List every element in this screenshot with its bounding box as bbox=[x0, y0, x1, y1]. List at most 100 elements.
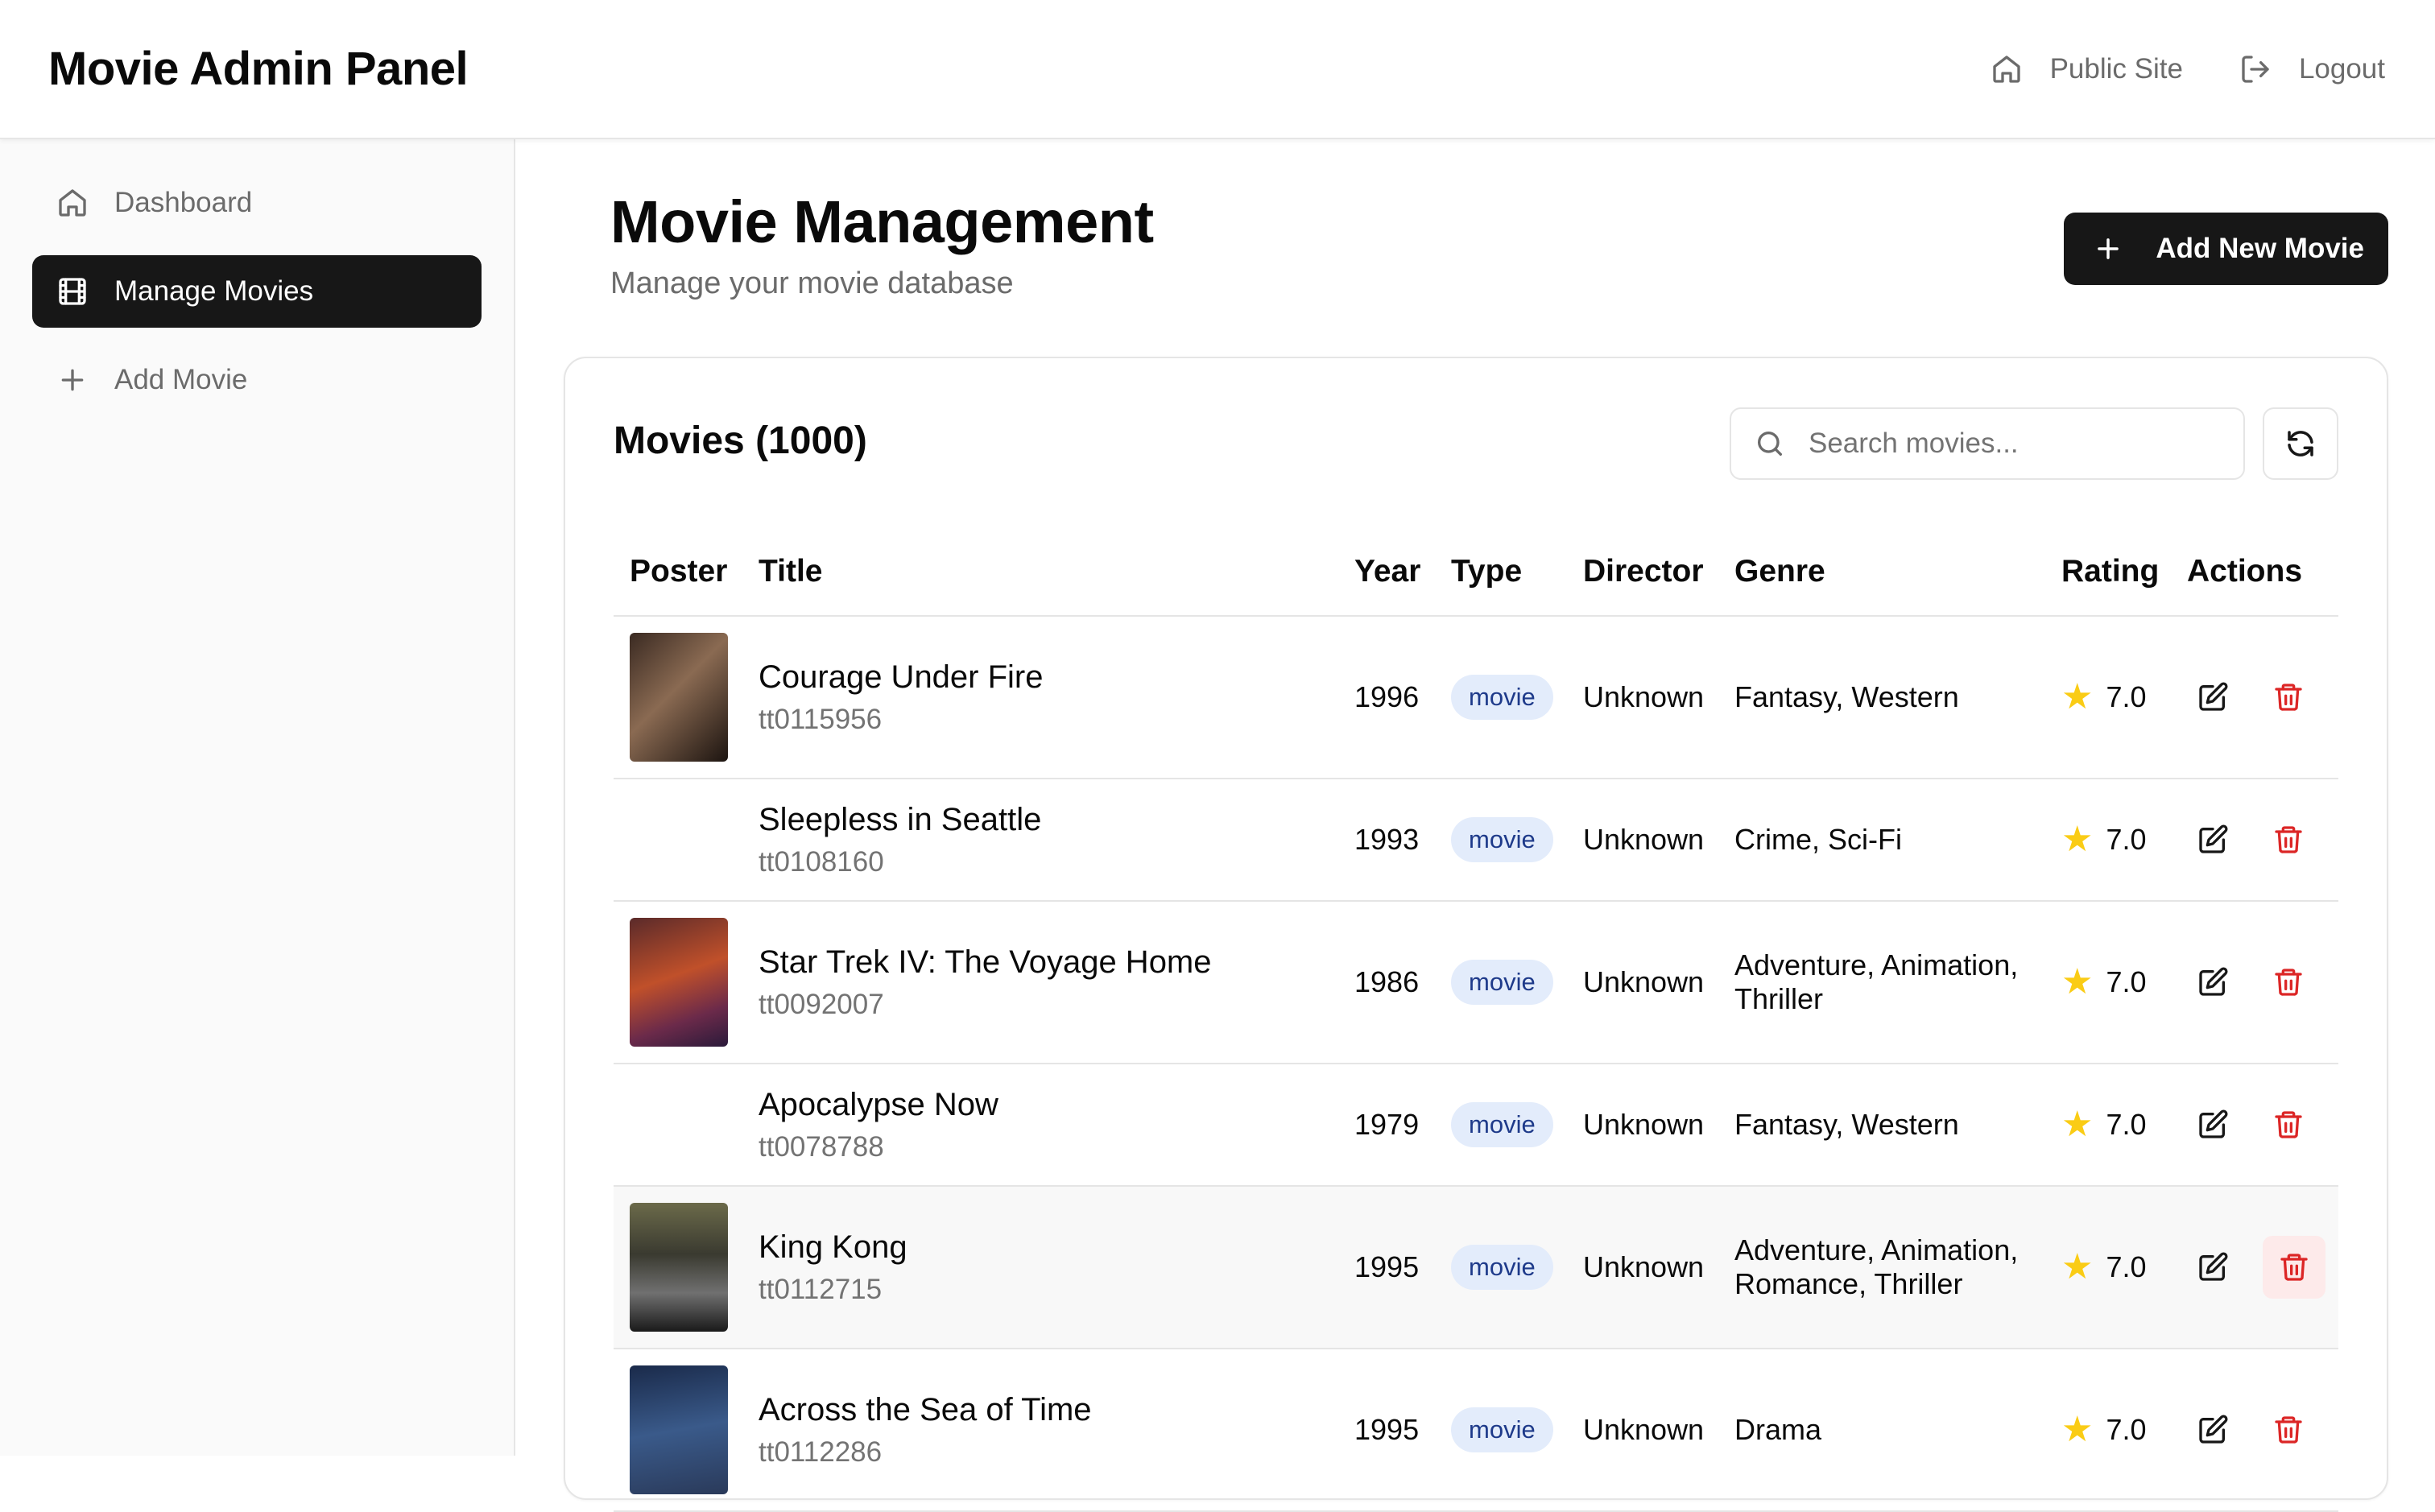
edit-button[interactable] bbox=[2187, 1404, 2239, 1456]
type-badge: movie bbox=[1451, 960, 1553, 1005]
sidebar-item-label: Dashboard bbox=[114, 187, 253, 218]
sidebar-item-manage-movies[interactable]: Manage Movies bbox=[32, 255, 482, 328]
edit-icon bbox=[2199, 1109, 2228, 1138]
movie-title: Across the Sea of Time bbox=[759, 1391, 1092, 1427]
director-cell: Unknown bbox=[1567, 616, 1718, 779]
sidebar-item-label: Add Movie bbox=[114, 364, 248, 395]
page-subtitle: Manage your movie database bbox=[610, 266, 1014, 300]
type-cell: movie bbox=[1435, 616, 1567, 779]
actions-cell bbox=[2171, 1064, 2338, 1187]
logout-link[interactable]: Logout bbox=[2239, 53, 2385, 85]
app-title: Movie Admin Panel bbox=[48, 43, 469, 95]
movies-card: Movies (1000) Poster Title Year Type Dir… bbox=[564, 357, 2388, 1512]
edit-button[interactable] bbox=[2187, 814, 2239, 865]
delete-button[interactable] bbox=[2263, 1099, 2314, 1151]
search-icon bbox=[1758, 432, 1782, 456]
sidebar-item-label: Manage Movies bbox=[114, 275, 314, 307]
logout-icon bbox=[2242, 55, 2269, 83]
year-cell: 1986 bbox=[1338, 901, 1435, 1064]
page-header: Movie Management Manage your movie datab… bbox=[564, 139, 2388, 357]
title-cell: Apocalypse Now tt0078788 bbox=[742, 1064, 1338, 1187]
director-cell: Unknown bbox=[1567, 779, 1718, 902]
rating-cell: ★ 7.0 bbox=[2045, 616, 2171, 779]
table-header-row: Poster Title Year Type Director Genre Ra… bbox=[614, 527, 2338, 617]
poster-cell bbox=[614, 1064, 742, 1187]
plus-icon bbox=[2098, 238, 2119, 259]
table-row[interactable]: Apocalypse Now tt0078788 1979 movie Unkn… bbox=[614, 1064, 2338, 1187]
delete-button[interactable] bbox=[2263, 671, 2314, 723]
trash-icon bbox=[2275, 1111, 2302, 1138]
refresh-icon bbox=[2288, 431, 2313, 456]
poster-cell bbox=[614, 616, 742, 779]
movies-table: Poster Title Year Type Director Genre Ra… bbox=[614, 527, 2338, 1512]
actions-cell bbox=[2171, 901, 2338, 1064]
actions-cell bbox=[2171, 1186, 2338, 1349]
table-row[interactable]: Sleepless in Seattle tt0108160 1993 movi… bbox=[614, 779, 2338, 902]
table-row[interactable]: King Kong tt0112715 1995 movie Unknown A… bbox=[614, 1186, 2338, 1349]
title-cell: Across the Sea of Time tt0112286 bbox=[742, 1349, 1338, 1512]
genre-cell: Fantasy, Western bbox=[1718, 1064, 2045, 1187]
trash-icon bbox=[2275, 1416, 2302, 1444]
add-new-movie-label: Add New Movie bbox=[2156, 233, 2364, 264]
search-box bbox=[1730, 407, 2245, 480]
genre-cell: Crime, Sci-Fi bbox=[1718, 779, 2045, 902]
delete-button[interactable] bbox=[2263, 956, 2314, 1008]
table-row[interactable]: Across the Sea of Time tt0112286 1995 mo… bbox=[614, 1349, 2338, 1512]
movie-title: Sleepless in Seattle bbox=[759, 801, 1042, 837]
delete-button[interactable] bbox=[2263, 814, 2314, 865]
refresh-button[interactable] bbox=[2263, 407, 2338, 480]
title-cell: Star Trek IV: The Voyage Home tt0092007 bbox=[742, 901, 1338, 1064]
poster-cell bbox=[614, 1186, 742, 1349]
table-row[interactable]: Star Trek IV: The Voyage Home tt0092007 … bbox=[614, 901, 2338, 1064]
add-new-movie-button[interactable]: Add New Movie bbox=[2064, 213, 2388, 285]
type-badge: movie bbox=[1451, 675, 1553, 720]
movie-id: tt0115956 bbox=[759, 703, 883, 735]
column-header-actions: Actions bbox=[2171, 527, 2338, 617]
movie-id: tt0112715 bbox=[759, 1273, 883, 1305]
column-header-year: Year bbox=[1338, 527, 1435, 617]
edit-button[interactable] bbox=[2187, 956, 2239, 1008]
director-cell: Unknown bbox=[1567, 1064, 1718, 1187]
delete-button[interactable] bbox=[2263, 1404, 2314, 1456]
rating-cell: ★ 7.0 bbox=[2045, 1186, 2171, 1349]
column-header-title: Title bbox=[742, 527, 1338, 617]
star-icon: ★ bbox=[2061, 1105, 2094, 1144]
delete-button[interactable] bbox=[2263, 1236, 2325, 1299]
director-cell: Unknown bbox=[1567, 901, 1718, 1064]
movie-title: Apocalypse Now bbox=[759, 1086, 998, 1122]
director-cell: Unknown bbox=[1567, 1186, 1718, 1349]
actions-cell bbox=[2171, 1349, 2338, 1512]
movie-poster bbox=[630, 918, 728, 1047]
actions-cell bbox=[2171, 779, 2338, 902]
poster-cell bbox=[614, 901, 742, 1064]
movie-title: Courage Under Fire bbox=[759, 659, 1044, 695]
year-cell: 1996 bbox=[1338, 616, 1435, 779]
movie-title: Star Trek IV: The Voyage Home bbox=[759, 944, 1212, 980]
sidebar-item-add-movie[interactable]: Add Movie bbox=[32, 344, 482, 416]
type-cell: movie bbox=[1435, 901, 1567, 1064]
rating-value: 7.0 bbox=[2106, 1413, 2147, 1446]
edit-button[interactable] bbox=[2187, 671, 2239, 723]
search-input[interactable] bbox=[1809, 428, 2227, 460]
type-cell: movie bbox=[1435, 1064, 1567, 1187]
title-cell: King Kong tt0112715 bbox=[742, 1186, 1338, 1349]
movie-poster bbox=[630, 1365, 728, 1494]
movie-id: tt0092007 bbox=[759, 988, 884, 1020]
title-cell: Sleepless in Seattle tt0108160 bbox=[742, 779, 1338, 902]
table-row[interactable]: Courage Under Fire tt0115956 1996 movie … bbox=[614, 616, 2338, 779]
edit-button[interactable] bbox=[2187, 1099, 2239, 1151]
trash-icon bbox=[2275, 826, 2302, 853]
poster-cell bbox=[614, 1349, 742, 1512]
star-icon: ★ bbox=[2061, 820, 2094, 859]
page-title: Movie Management bbox=[610, 188, 1154, 255]
sidebar: Dashboard Manage Movies Add Movie bbox=[0, 139, 515, 1456]
year-cell: 1993 bbox=[1338, 779, 1435, 902]
actions-cell bbox=[2171, 616, 2338, 779]
public-site-link[interactable]: Public Site bbox=[1991, 53, 2183, 85]
type-badge: movie bbox=[1451, 1245, 1553, 1290]
edit-button[interactable] bbox=[2187, 1241, 2239, 1293]
sidebar-item-dashboard[interactable]: Dashboard bbox=[32, 167, 482, 239]
rating-value: 7.0 bbox=[2106, 1108, 2147, 1141]
year-cell: 1979 bbox=[1338, 1064, 1435, 1187]
type-badge: movie bbox=[1451, 1407, 1553, 1452]
